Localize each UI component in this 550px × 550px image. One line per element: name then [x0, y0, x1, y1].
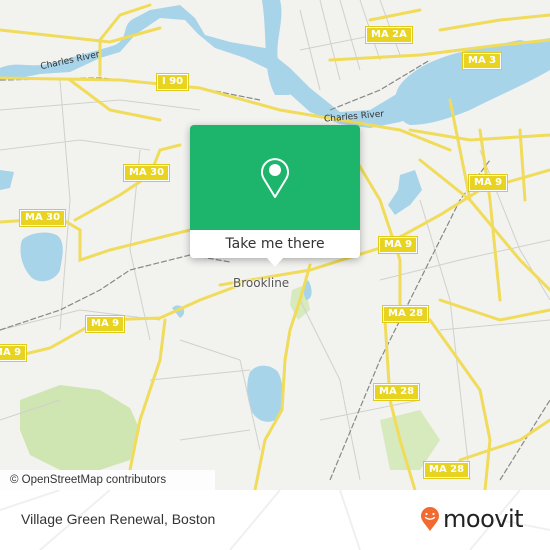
moovit-wordmark: moovit	[443, 505, 524, 533]
moovit-logo[interactable]: moovit	[420, 504, 524, 534]
fens	[388, 170, 422, 215]
place-title: Village Green Renewal, Boston	[21, 511, 216, 527]
route-shield-i90: I 90	[155, 73, 190, 91]
location-popup: Take me there	[190, 125, 360, 267]
take-me-there-button[interactable]: Take me there	[190, 230, 360, 258]
place-label-brookline: Brookline	[233, 276, 290, 290]
route-shield-ma30: MA 30	[122, 164, 171, 182]
popup-pointer	[267, 258, 283, 267]
route-shield-ma3: MA 3	[461, 52, 503, 70]
route-shield-ma2a: MA 2A	[365, 26, 413, 44]
route-shield-ma28: MA 28	[372, 383, 421, 401]
map-attribution[interactable]: © OpenStreetMap contributors	[0, 470, 215, 490]
route-shield-ma28: MA 28	[422, 461, 471, 479]
pond	[247, 365, 283, 422]
route-shield-ma30: MA 30	[18, 209, 67, 227]
park-area	[380, 410, 440, 470]
route-shield-ma28: MA 28	[381, 305, 430, 323]
popup-header	[190, 125, 360, 230]
route-shield-ma9: MA 9	[377, 236, 419, 254]
reservoir	[20, 232, 63, 282]
route-shield-ma9: MA 9	[467, 174, 509, 192]
charles-river-lower	[394, 38, 550, 125]
route-shield-ma9: MA 9	[84, 315, 126, 333]
map-pin-icon	[261, 158, 289, 198]
moovit-pin-icon	[421, 507, 439, 531]
route-shield-ma9: MA 9	[0, 344, 28, 362]
park-area	[20, 385, 140, 470]
map-view[interactable]: Charles River Charles River I 90 MA 2A M…	[0, 0, 550, 490]
footer: Village Green Renewal, Boston moovit	[0, 490, 550, 550]
pond	[0, 170, 14, 190]
